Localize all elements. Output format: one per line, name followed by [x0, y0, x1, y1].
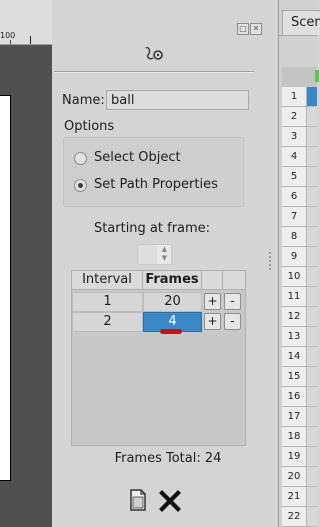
frames-cell[interactable]: 20: [143, 292, 202, 312]
table-row: 1 20 + -: [72, 292, 245, 312]
starting-frame-label: Starting at frame:: [93, 221, 211, 236]
frame-cell[interactable]: [307, 387, 317, 407]
row-number[interactable]: 4: [282, 147, 307, 167]
horizontal-ruler: 100: [0, 0, 52, 45]
viewer-canvas[interactable]: 100: [0, 0, 52, 527]
stage-paper: [0, 95, 11, 481]
row-number[interactable]: 18: [282, 427, 307, 447]
interval-cell: 1: [72, 292, 143, 312]
frame-cell[interactable]: [307, 327, 317, 347]
ruler-tick: [10, 40, 11, 44]
motion-path-panel: □ ✕ Name: Options Select Object Set Path…: [52, 0, 264, 527]
header-blank: [202, 271, 223, 289]
select-object-label[interactable]: Select Object: [94, 150, 181, 165]
panel-splitter[interactable]: [264, 0, 278, 527]
close-x-icon[interactable]: [159, 490, 181, 512]
frame-cell[interactable]: [307, 347, 317, 367]
interval-cell: 2: [72, 312, 143, 332]
frame-cell[interactable]: [307, 187, 317, 207]
row-number[interactable]: 20: [282, 467, 307, 487]
remove-interval-button[interactable]: -: [224, 313, 241, 330]
column-color-marker: [315, 70, 319, 82]
add-interval-button[interactable]: +: [204, 293, 221, 310]
starting-frame-spinner[interactable]: ▲ ▼: [137, 244, 172, 265]
row-number[interactable]: 6: [282, 187, 307, 207]
table-row: 2 4 + -: [72, 312, 245, 332]
select-object-radio[interactable]: [74, 152, 87, 165]
frame-cell[interactable]: [307, 227, 317, 247]
frame-cell[interactable]: [307, 267, 317, 287]
row-number[interactable]: 8: [282, 227, 307, 247]
table-header: Interval Frames: [72, 271, 245, 290]
row-number[interactable]: 13: [282, 327, 307, 347]
ruler-tick: [30, 36, 31, 44]
tab-divider: [279, 35, 317, 36]
tab-scene[interactable]: Scen: [282, 10, 320, 35]
row-number[interactable]: 22: [282, 507, 307, 527]
spin-arrows-icon[interactable]: ▲ ▼: [158, 245, 171, 264]
row-number[interactable]: 2: [282, 107, 307, 127]
row-number[interactable]: 16: [282, 387, 307, 407]
set-path-properties-label[interactable]: Set Path Properties: [94, 177, 218, 192]
frame-cell[interactable]: [307, 307, 317, 327]
header-frames: Frames: [143, 271, 202, 289]
frame-cell[interactable]: [307, 287, 317, 307]
remove-interval-button[interactable]: -: [224, 293, 241, 310]
panel-title-bar: [52, 0, 264, 22]
name-label: Name:: [62, 93, 105, 108]
column-header[interactable]: [282, 67, 317, 88]
frame-cell[interactable]: [307, 427, 317, 447]
interval-table: Interval Frames 1 20 + - 2 4 + -: [71, 270, 246, 446]
row-number[interactable]: 19: [282, 447, 307, 467]
panel-divider: [54, 71, 254, 73]
frame-cell[interactable]: [307, 247, 317, 267]
splitter-grip-icon[interactable]: [269, 252, 273, 270]
motion-path-icon: [145, 46, 163, 60]
starting-frame-field[interactable]: [138, 245, 157, 264]
header-interval: Interval: [72, 271, 143, 289]
frame-cell[interactable]: [307, 87, 317, 107]
document-icon[interactable]: [129, 489, 147, 511]
row-number[interactable]: 15: [282, 367, 307, 387]
close-icon[interactable]: ✕: [250, 23, 262, 35]
row-number[interactable]: 7: [282, 207, 307, 227]
xsheet-panel: Scen 1 2 3 4 5 6 7 8 9 10 11 12 13 14 15 16 17 18 19 20 21 22: [278, 0, 320, 527]
row-number[interactable]: 1: [282, 87, 307, 107]
row-number[interactable]: 10: [282, 267, 307, 287]
options-group: Select Object Set Path Properties: [63, 137, 244, 207]
row-number[interactable]: 14: [282, 347, 307, 367]
sheet-title-bar: [279, 0, 317, 7]
frame-cell[interactable]: [307, 147, 317, 167]
frame-cell[interactable]: [307, 507, 317, 527]
frame-cell[interactable]: [307, 107, 317, 127]
add-interval-button[interactable]: +: [204, 313, 221, 330]
row-number[interactable]: 11: [282, 287, 307, 307]
row-number[interactable]: 12: [282, 307, 307, 327]
frames-total: Frames Total: 24: [114, 451, 222, 466]
row-number[interactable]: 21: [282, 487, 307, 507]
ruler-label: 100: [0, 31, 16, 40]
header-blank: [223, 271, 244, 289]
row-number[interactable]: 17: [282, 407, 307, 427]
row-number[interactable]: 5: [282, 167, 307, 187]
frame-cell[interactable]: [307, 407, 317, 427]
frame-cell[interactable]: [307, 447, 317, 467]
frame-cell[interactable]: [307, 207, 317, 227]
options-label: Options: [64, 119, 115, 134]
frame-cell[interactable]: [307, 367, 317, 387]
frame-cell[interactable]: [307, 127, 317, 147]
annotation-underline: [160, 329, 182, 334]
frame-cell[interactable]: [307, 467, 317, 487]
row-number[interactable]: 3: [282, 127, 307, 147]
float-window-icon[interactable]: □: [237, 23, 249, 35]
row-number[interactable]: 9: [282, 247, 307, 267]
frame-cell[interactable]: [307, 167, 317, 187]
set-path-properties-radio[interactable]: [74, 179, 87, 192]
frame-cell[interactable]: [307, 487, 317, 507]
name-input[interactable]: [106, 90, 249, 110]
